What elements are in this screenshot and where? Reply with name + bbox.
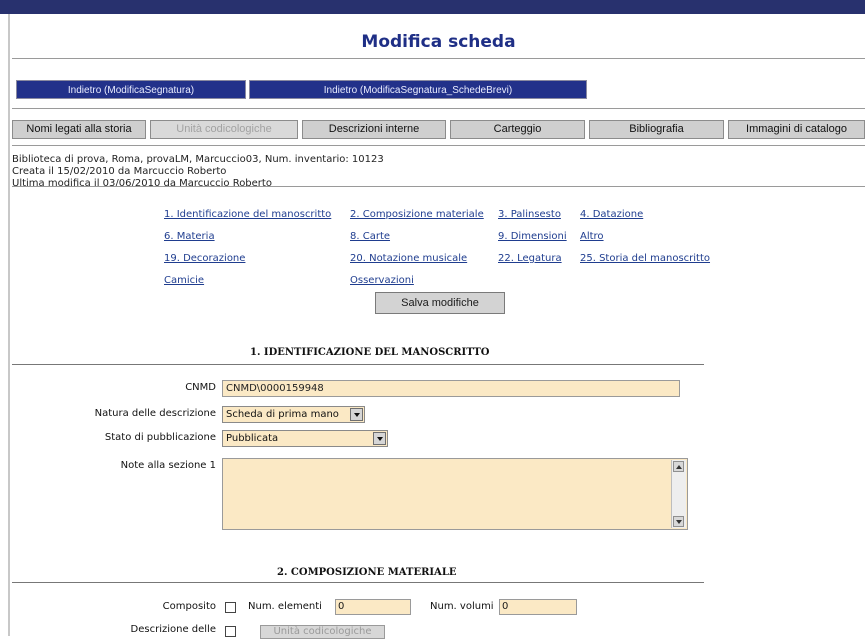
unita-codicologiche-button: Unità codicologiche	[260, 625, 385, 639]
link-carte[interactable]: 8. Carte	[350, 231, 390, 242]
divider	[12, 58, 865, 59]
chevron-down-icon[interactable]	[350, 408, 363, 421]
divider	[12, 145, 865, 146]
link-notazione-musicale[interactable]: 20. Notazione musicale	[350, 253, 467, 264]
cnmd-field[interactable]: CNMD\0000159948	[222, 380, 680, 397]
section-2-title: 2. COMPOSIZIONE MATERIALE	[277, 567, 457, 578]
record-created: Creata il 15/02/2010 da Marcuccio Robert…	[12, 166, 227, 177]
link-decorazione[interactable]: 19. Decorazione	[164, 253, 245, 264]
descrizione-checkbox[interactable]	[225, 626, 236, 637]
divider	[12, 108, 865, 109]
content-frame: Modifica scheda Indietro (ModificaSegnat…	[8, 14, 865, 639]
scroll-up-icon[interactable]	[673, 461, 684, 472]
chevron-down-icon[interactable]	[373, 432, 386, 445]
link-materia[interactable]: 6. Materia	[164, 231, 215, 242]
stato-label: Stato di pubblicazione	[104, 432, 216, 443]
scroll-down-icon[interactable]	[673, 516, 684, 527]
record-info: Biblioteca di prova, Roma, provaLM, Marc…	[12, 154, 384, 190]
link-osservazioni[interactable]: Osservazioni	[350, 275, 414, 286]
num-volumi-field[interactable]: 0	[499, 599, 577, 615]
composito-checkbox[interactable]	[225, 602, 236, 613]
link-dimensioni[interactable]: 9. Dimensioni	[498, 231, 567, 242]
top-color-bar	[0, 0, 865, 14]
back-modifica-segnatura-button[interactable]: Indietro (ModificaSegnatura)	[16, 80, 246, 99]
record-location: Biblioteca di prova, Roma, provaLM, Marc…	[12, 154, 384, 165]
num-elementi-field[interactable]: 0	[335, 599, 411, 615]
tab-nomi-legati[interactable]: Nomi legati alla storia	[12, 120, 146, 139]
divider	[12, 186, 865, 187]
note-label: Note alla sezione 1	[120, 460, 216, 471]
link-storia-manoscritto[interactable]: 25. Storia del manoscritto	[580, 253, 710, 264]
tab-descrizioni-interne[interactable]: Descrizioni interne	[302, 120, 446, 139]
natura-select[interactable]: Scheda di prima mano	[222, 406, 365, 423]
page-title: Modifica scheda	[361, 32, 516, 52]
stato-value: Pubblicata	[226, 433, 279, 444]
natura-value: Scheda di prima mano	[226, 409, 339, 420]
tab-bibliografia[interactable]: Bibliografia	[589, 120, 724, 139]
tab-immagini-catalogo[interactable]: Immagini di catalogo	[728, 120, 865, 139]
tab-carteggio[interactable]: Carteggio	[450, 120, 585, 139]
section-1-title: 1. IDENTIFICAZIONE DEL MANOSCRITTO	[250, 347, 490, 358]
back-schede-brevi-button[interactable]: Indietro (ModificaSegnatura_SchedeBrevi)	[249, 80, 587, 99]
num-elementi-label: Num. elementi	[248, 601, 322, 612]
descrizione-label: Descrizione delle	[130, 624, 216, 635]
link-palinsesto[interactable]: 3. Palinsesto	[498, 209, 561, 220]
link-camicie[interactable]: Camicie	[164, 275, 204, 286]
link-composizione[interactable]: 2. Composizione materiale	[350, 209, 484, 220]
cnmd-label: CNMD	[185, 382, 216, 393]
record-modified: Ultima modifica il 03/06/2010 da Marcucc…	[12, 178, 272, 189]
link-altro[interactable]: Altro	[580, 231, 604, 242]
link-legatura[interactable]: 22. Legatura	[498, 253, 562, 264]
save-changes-button[interactable]: Salva modifiche	[375, 292, 505, 314]
section-divider	[12, 364, 704, 365]
note-textarea[interactable]	[222, 458, 688, 530]
stato-select[interactable]: Pubblicata	[222, 430, 388, 447]
scrollbar[interactable]	[671, 460, 686, 528]
num-volumi-label: Num. volumi	[430, 601, 494, 612]
composito-label: Composito	[162, 601, 216, 612]
natura-label: Natura delle descrizione	[94, 408, 216, 419]
link-identificazione[interactable]: 1. Identificazione del manoscritto	[164, 209, 331, 220]
section-divider	[12, 582, 704, 583]
link-datazione[interactable]: 4. Datazione	[580, 209, 643, 220]
tab-unita-codicologiche: Unità codicologiche	[150, 120, 298, 139]
